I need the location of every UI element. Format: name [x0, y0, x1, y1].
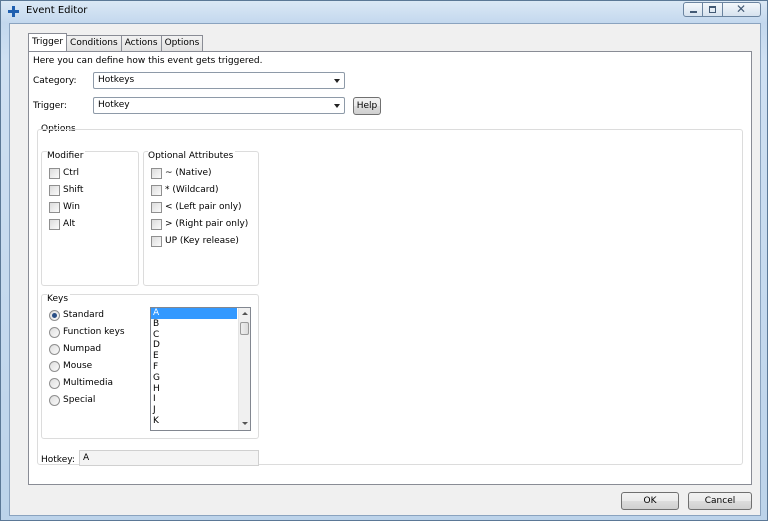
chevron-down-icon	[334, 79, 340, 83]
checkbox-box	[151, 168, 162, 179]
checkbox-label: < (Left pair only)	[165, 202, 242, 212]
checkbox-box	[49, 219, 60, 230]
hotkey-label: Hotkey:	[41, 455, 75, 465]
title-bar[interactable]: Event Editor ✕	[1, 1, 767, 23]
minimize-icon	[690, 11, 697, 13]
list-item[interactable]: E	[151, 351, 250, 362]
list-item[interactable]: H	[151, 384, 250, 395]
event-editor-window: Event Editor ✕ Trigger Conditions Action…	[0, 0, 768, 521]
radio-circle	[49, 361, 60, 372]
trigger-value: Hotkey	[98, 100, 130, 110]
optional-attributes-title: Optional Attributes	[148, 151, 236, 161]
tab-conditions[interactable]: Conditions	[67, 35, 122, 51]
window-title: Event Editor	[26, 5, 88, 16]
radio-circle	[49, 395, 60, 406]
radio-circle	[49, 327, 60, 338]
cancel-button[interactable]: Cancel	[688, 492, 752, 510]
list-item[interactable]: G	[151, 373, 250, 384]
maximize-icon	[709, 6, 716, 13]
dialog-client-area: Trigger Conditions Actions Options Here …	[9, 23, 761, 516]
modifier-group: Modifier Ctrl Shift Win Alt	[41, 151, 139, 286]
checkbox-label: Win	[63, 202, 80, 212]
keys-title: Keys	[47, 294, 71, 304]
intro-text: Here you can define how this event gets …	[33, 56, 263, 66]
list-item[interactable]: D	[151, 340, 250, 351]
tab-strip: Trigger Conditions Actions Options	[28, 33, 204, 51]
list-item[interactable]: A	[151, 308, 237, 319]
list-item[interactable]: K	[151, 416, 250, 427]
scroll-down-icon[interactable]	[242, 422, 248, 425]
trigger-tab-page: Here you can define how this event gets …	[28, 51, 752, 485]
checkbox-box	[151, 236, 162, 247]
help-button[interactable]: Help	[353, 97, 381, 115]
key-listbox[interactable]: A B C D E F G H I J K	[150, 307, 251, 431]
radio-label: Standard	[63, 310, 104, 320]
scroll-thumb[interactable]	[240, 322, 249, 335]
radio-label: Mouse	[63, 361, 93, 371]
keys-group: Keys Standard Function keys Numpad Mouse…	[41, 294, 259, 439]
checkbox-label: Shift	[63, 185, 84, 195]
trigger-dropdown[interactable]: Hotkey	[93, 97, 345, 114]
hotkey-field[interactable]: A	[79, 450, 259, 466]
tab-options[interactable]: Options	[161, 35, 204, 51]
radio-label: Function keys	[63, 327, 125, 337]
hotkey-value: A	[83, 453, 90, 463]
radio-circle	[49, 378, 60, 389]
optional-attributes-group: Optional Attributes ~ (Native) * (Wildca…	[143, 151, 259, 286]
checkbox-box	[49, 168, 60, 179]
checkbox-box	[151, 185, 162, 196]
list-item[interactable]: J	[151, 405, 250, 416]
list-item[interactable]: C	[151, 330, 250, 341]
list-item[interactable]: F	[151, 362, 250, 373]
checkbox-box	[49, 202, 60, 213]
radio-circle	[49, 310, 60, 321]
trigger-label: Trigger:	[33, 101, 67, 111]
checkbox-label: Ctrl	[63, 168, 80, 178]
ok-button[interactable]: OK	[621, 492, 679, 510]
checkbox-label: * (Wildcard)	[165, 185, 219, 195]
tab-trigger[interactable]: Trigger	[28, 33, 68, 51]
tab-actions[interactable]: Actions	[121, 35, 162, 51]
radio-label: Multimedia	[63, 378, 114, 388]
scroll-up-icon[interactable]	[242, 312, 248, 315]
close-icon: ✕	[735, 2, 747, 16]
checkbox-label: Alt	[63, 219, 76, 229]
app-plus-icon	[8, 6, 19, 17]
radio-circle	[49, 344, 60, 355]
category-value: Hotkeys	[98, 75, 135, 85]
radio-label: Special	[63, 395, 96, 405]
checkbox-label: UP (Key release)	[165, 236, 239, 246]
checkbox-box	[49, 185, 60, 196]
checkbox-label: ~ (Native)	[165, 168, 212, 178]
checkbox-label: > (Right pair only)	[165, 219, 249, 229]
minimize-button[interactable]	[683, 2, 703, 17]
checkbox-box	[151, 202, 162, 213]
window-controls: ✕	[683, 2, 761, 17]
modifier-title: Modifier	[47, 151, 86, 161]
category-label: Category:	[33, 76, 77, 86]
category-dropdown[interactable]: Hotkeys	[93, 72, 345, 89]
maximize-button[interactable]	[703, 2, 723, 17]
checkbox-box	[151, 219, 162, 230]
key-list-scrollbar[interactable]	[238, 308, 250, 430]
list-item[interactable]: I	[151, 394, 250, 405]
chevron-down-icon	[334, 104, 340, 108]
list-item[interactable]: B	[151, 319, 250, 330]
radio-label: Numpad	[63, 344, 102, 354]
close-button[interactable]: ✕	[723, 2, 761, 17]
